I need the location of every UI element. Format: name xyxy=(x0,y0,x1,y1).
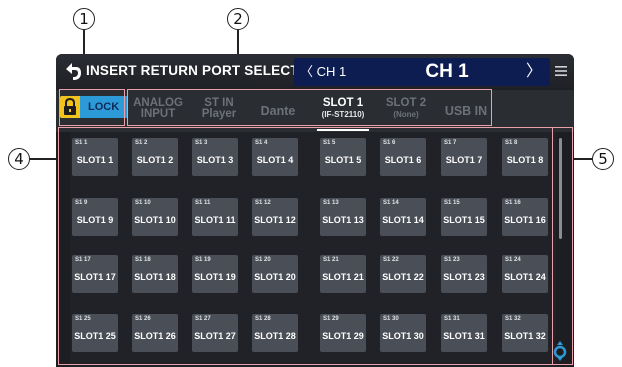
previous-channel-label: CH 1 xyxy=(316,64,347,79)
callout-4-leader xyxy=(30,158,58,160)
top-bar: INSERT RETURN PORT SELECT 〈 CH 1 CH 1 〉 xyxy=(56,54,574,90)
callout-5: 5 xyxy=(592,148,614,170)
callout-4-highlight xyxy=(58,127,553,365)
callout-5-highlight xyxy=(552,127,573,365)
hamburger-menu-icon[interactable] xyxy=(554,64,568,78)
current-channel-name: CH 1 xyxy=(425,61,469,82)
callout-1: 1 xyxy=(73,8,95,30)
callout-4: 4 xyxy=(8,148,30,170)
callout-5-leader xyxy=(573,158,592,160)
callout-1-highlight xyxy=(59,89,125,126)
back-arrow-icon[interactable] xyxy=(62,60,84,84)
channel-navigator: 〈 CH 1 CH 1 〉 xyxy=(294,58,550,86)
callout-2: 2 xyxy=(227,8,249,30)
callout-2-highlight xyxy=(127,89,492,126)
page-title: INSERT RETURN PORT SELECT xyxy=(86,63,299,78)
chevron-left-icon: 〈 xyxy=(300,64,314,79)
next-channel-button[interactable]: 〉 xyxy=(518,58,550,86)
previous-channel-button[interactable]: 〈 CH 1 xyxy=(294,58,374,86)
